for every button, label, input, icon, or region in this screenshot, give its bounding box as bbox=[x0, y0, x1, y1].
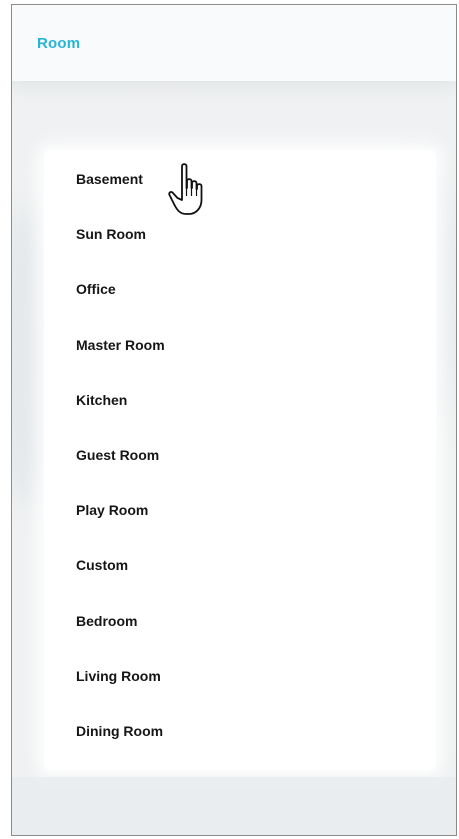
room-option-basement[interactable]: Basement bbox=[44, 170, 436, 225]
room-option-dining-room[interactable]: Dining Room bbox=[44, 722, 436, 777]
room-option-label: Living Room bbox=[76, 667, 161, 684]
room-option-label: Guest Room bbox=[76, 446, 160, 463]
room-option-label: Basement bbox=[76, 171, 143, 187]
pointer-hand-icon bbox=[168, 163, 203, 215]
room-list: Basement Sun Room Office Master Room Kitchen… bbox=[44, 170, 436, 777]
room-option-label: Master Room bbox=[76, 336, 165, 353]
room-option-sun-room[interactable]: Sun Room bbox=[44, 225, 436, 280]
room-option-bedroom[interactable]: Bedroom bbox=[44, 612, 436, 667]
room-picker-list: Basement Sun Room Office Master Room Kitchen… bbox=[44, 150, 436, 770]
room-option-play-room[interactable]: Play Room bbox=[44, 501, 436, 556]
room-option-label: Sun Room bbox=[76, 226, 146, 243]
room-option-guest-room[interactable]: Guest Room bbox=[44, 446, 436, 501]
room-option-label: Dining Room bbox=[76, 722, 164, 739]
top-bar: Room bbox=[12, 5, 456, 81]
page-title: Room bbox=[37, 35, 81, 52]
room-option-label: Custom bbox=[76, 557, 129, 574]
room-option-label: Office bbox=[76, 281, 116, 298]
room-option-label: Play Room bbox=[76, 502, 149, 519]
bottom-bar bbox=[12, 777, 456, 835]
app-window: Room Basement Sun Room Office Master Room Ki… bbox=[11, 4, 457, 836]
room-option-master-room[interactable]: Master Room bbox=[44, 336, 436, 391]
room-option-label: Bedroom bbox=[76, 612, 138, 629]
room-option-living-room[interactable]: Living Room bbox=[44, 667, 436, 722]
room-option-kitchen[interactable]: Kitchen bbox=[44, 391, 436, 446]
room-option-custom[interactable]: Custom bbox=[44, 556, 436, 611]
room-option-office[interactable]: Office bbox=[44, 280, 436, 335]
room-option-label: Kitchen bbox=[76, 391, 128, 408]
